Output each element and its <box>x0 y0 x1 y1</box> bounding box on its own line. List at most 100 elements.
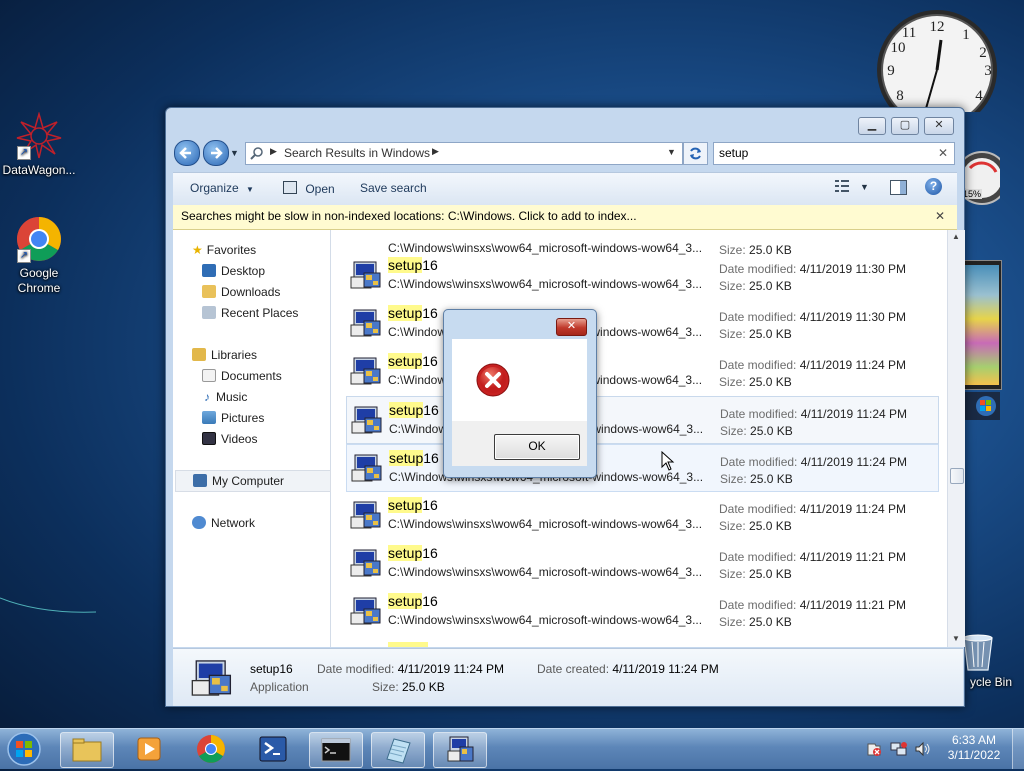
nav-my-computer[interactable]: My Computer <box>175 470 331 492</box>
address-history-dropdown-icon[interactable]: ▼ <box>667 147 676 157</box>
table-row[interactable]: setup16C:\Windows\winsxs\wow64_microsoft… <box>346 588 937 634</box>
nav-libraries[interactable]: Libraries <box>192 348 257 362</box>
address-path[interactable]: Search Results in Windows <box>284 146 430 160</box>
clock-gadget[interactable]: 12 1 2 3 4 10 9 8 11 <box>875 8 999 130</box>
slideshow-gadget[interactable] <box>962 260 1002 390</box>
dialog-close-button[interactable]: ✕ <box>556 318 587 336</box>
error-dialog[interactable]: ✕ OK <box>443 309 597 478</box>
navigation-pane: ★ Favorites Desktop Downloads Recent Plac… <box>173 230 331 647</box>
windows-orb-gadget[interactable] <box>964 392 1000 420</box>
taskbar-cmd[interactable] <box>309 732 363 768</box>
address-bar[interactable]: ▶ Search Results in Windows ▶ ▼ <box>245 142 683 165</box>
nav-network[interactable]: Network <box>192 516 255 530</box>
result-name-rest: 16 <box>422 305 438 321</box>
table-row[interactable]: setup16C:\Windows\winsxs\wow64_microsoft… <box>346 444 939 492</box>
view-dropdown-icon[interactable]: ▼ <box>860 182 869 192</box>
nav-label: Downloads <box>221 285 281 299</box>
nav-downloads[interactable]: Downloads <box>202 285 280 299</box>
tray-action-center-icon[interactable] <box>866 741 882 757</box>
nav-label: My Computer <box>212 474 285 488</box>
back-button[interactable] <box>174 140 200 166</box>
minimize-button[interactable]: ▁ <box>858 117 886 135</box>
vertical-scrollbar[interactable]: ▲ ▼ <box>947 230 965 647</box>
results-list[interactable]: C:\Windows\winsxs\wow64_microsoft-window… <box>331 230 947 647</box>
result-name: setup16 <box>388 497 438 513</box>
table-row[interactable]: setup16C:\Windows\winsxs\wow64_microsoft… <box>346 396 939 444</box>
maximize-button[interactable]: ▢ <box>891 117 919 135</box>
search-box[interactable]: setup ✕ <box>713 142 955 165</box>
nav-pictures[interactable]: Pictures <box>202 411 264 425</box>
nav-label: Recent Places <box>221 306 299 320</box>
result-size: Size: 25.0 KB <box>719 327 792 341</box>
details-file-name: setup16 <box>250 662 293 676</box>
help-icon[interactable]: ? <box>925 178 942 195</box>
windows-start-icon <box>7 732 41 766</box>
recent-pages-dropdown[interactable]: ▼ <box>230 148 239 158</box>
forward-button[interactable] <box>203 140 229 166</box>
open-button[interactable]: Open <box>283 181 335 196</box>
result-label: Date modified: <box>719 598 797 612</box>
scroll-thumb[interactable] <box>950 468 964 484</box>
desktop-icon-recycle-bin[interactable]: ycle Bin <box>958 632 1024 690</box>
svg-text:10: 10 <box>891 40 906 56</box>
table-row[interactable]: setup16 C:\Windows\winsxs\wow64_microsoft… <box>346 492 937 538</box>
index-warning-bar[interactable]: Searches might be slow in non-indexed lo… <box>173 205 957 230</box>
documents-icon <box>202 369 216 382</box>
result-size: Size: 25.0 KB <box>720 472 793 486</box>
music-note-icon: ♪ <box>204 390 210 404</box>
desktop-icon-chrome[interactable]: ↗ Google Chrome <box>1 215 77 296</box>
back-arrow-icon <box>179 147 191 159</box>
clock-icon: 12 12 34 10 98 11 <box>877 10 997 130</box>
organize-button[interactable]: Organize ▼ <box>190 181 254 195</box>
clear-search-icon[interactable]: ✕ <box>938 146 948 160</box>
network-icon <box>192 516 206 529</box>
close-infobar-icon[interactable]: ✕ <box>935 205 945 227</box>
setup-application-icon <box>351 452 383 484</box>
shortcut-arrow-icon: ↗ <box>17 249 31 263</box>
result-size: Size: 25.0 KB <box>720 424 793 438</box>
search-highlight: setup <box>388 497 423 513</box>
show-desktop-button[interactable] <box>1012 729 1024 769</box>
result-size-value: 25.0 KB <box>749 615 792 629</box>
ok-button[interactable]: OK <box>494 434 580 460</box>
tray-volume-icon[interactable] <box>914 741 932 757</box>
result-label: Date modified: <box>720 455 798 469</box>
nav-documents[interactable]: Documents <box>202 369 282 383</box>
tray-network-icon[interactable] <box>890 741 908 757</box>
taskbar-explorer[interactable] <box>60 732 114 768</box>
result-size-value: 25.0 KB <box>749 567 792 581</box>
nav-favorites[interactable]: ★ Favorites <box>192 243 256 257</box>
save-search-button[interactable]: Save search <box>360 181 427 195</box>
list-item-partial-bottom[interactable] <box>388 642 428 647</box>
search-input[interactable]: setup <box>719 146 748 160</box>
cpu-meter-gadget[interactable]: 15% <box>955 150 1009 206</box>
taskbar-media-player[interactable] <box>122 732 174 766</box>
start-button[interactable] <box>4 730 44 768</box>
selected-file-icon <box>191 657 233 699</box>
nav-music[interactable]: ♪ Music <box>202 390 247 404</box>
result-path: C:\Windows\winsxs\wow64_microsoft-window… <box>388 517 703 531</box>
ok-label: OK <box>528 439 546 453</box>
taskbar-chrome[interactable] <box>185 732 237 766</box>
nav-recent-places[interactable]: Recent Places <box>202 306 298 320</box>
view-options-icon[interactable] <box>835 179 849 193</box>
details-value: 4/11/2019 11:24 PM <box>397 662 505 676</box>
scroll-down-icon[interactable]: ▼ <box>952 634 960 643</box>
taskbar-powershell[interactable] <box>247 732 299 766</box>
desktop-icon-datawagon[interactable]: ↗ DataWagon... <box>1 111 77 178</box>
taskbar-setup16[interactable] <box>433 732 487 768</box>
result-size: Size: 25.0 KB <box>719 375 792 389</box>
close-window-button[interactable]: ✕ <box>924 117 954 135</box>
nav-desktop[interactable]: Desktop <box>202 264 265 278</box>
table-row[interactable]: setup16C:\Windows\winsxs\wow64_microsoft… <box>346 540 937 586</box>
nav-videos[interactable]: Videos <box>202 432 257 446</box>
table-row[interactable]: setup16C:\Windows\winsxs\wow64_microsoft… <box>346 348 937 394</box>
table-row[interactable]: setup16C:\Windows\winsxs\wow64_microsoft… <box>346 252 937 298</box>
details-label: Size: <box>372 680 399 694</box>
preview-pane-icon[interactable] <box>890 180 907 195</box>
taskbar-notepad[interactable] <box>371 732 425 768</box>
scroll-up-icon[interactable]: ▲ <box>952 232 960 241</box>
tray-clock[interactable]: 6:33 AM 3/11/2022 <box>940 733 1008 763</box>
table-row[interactable]: setup16C:\Windows\winsxs\wow64_microsoft… <box>346 300 937 346</box>
refresh-button[interactable] <box>683 142 708 165</box>
